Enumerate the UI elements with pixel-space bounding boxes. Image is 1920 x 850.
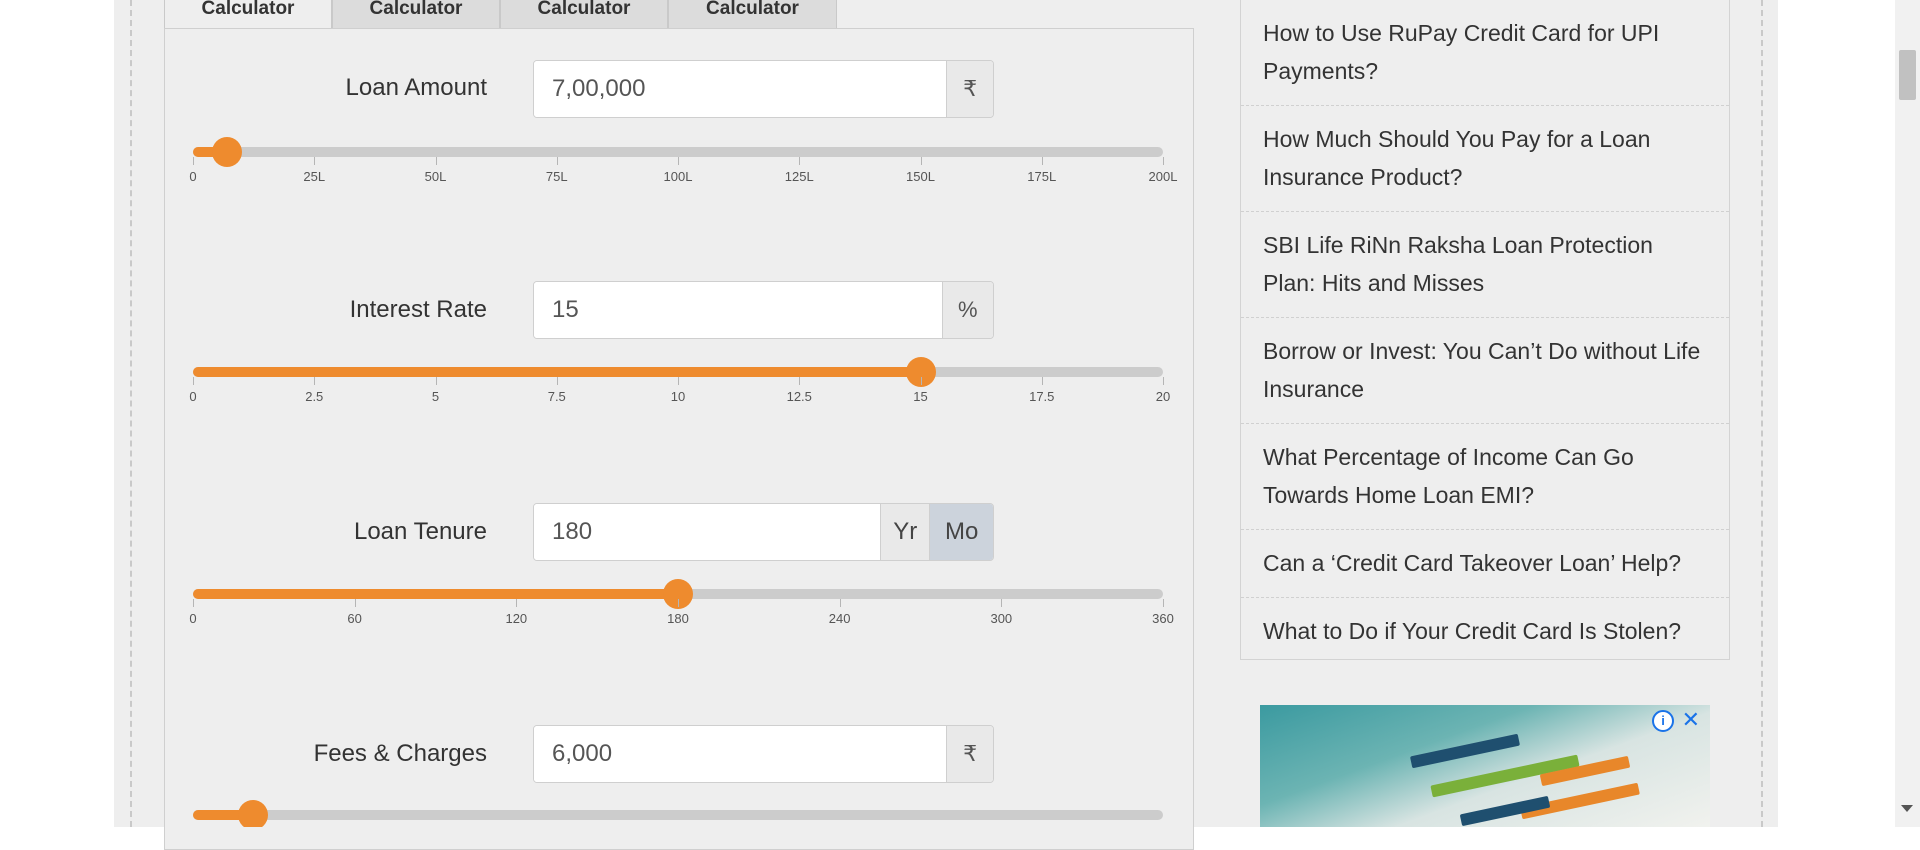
slider-handle[interactable] [211, 137, 242, 167]
interest-rate-input[interactable] [534, 282, 942, 338]
tab-calculator-3[interactable]: Calculator [500, 0, 668, 28]
loan-amount-label: Loan Amount [345, 74, 487, 101]
content-border-left [130, 0, 132, 827]
fees-charges-input[interactable] [534, 726, 947, 782]
slider-tick-label: 175L [1027, 169, 1057, 184]
slider-tick [678, 157, 679, 165]
slider-fill [193, 589, 678, 599]
article-link[interactable]: SBI Life RiNn Raksha Loan Protection Pla… [1241, 212, 1729, 318]
slider-tick [435, 377, 437, 385]
slider-tick-label: 360 [1152, 611, 1174, 626]
tab-calculator-1[interactable]: Calculator [164, 0, 332, 29]
slider-tick-label: 17.5 [1029, 389, 1055, 404]
slider-tick [920, 377, 922, 385]
slider-tick-label: 180 [667, 611, 689, 626]
loan-amount-slider[interactable]: 0 25L 50L 75L 100L 125L 150L 175L 200L [189, 137, 1177, 197]
tab-calculator-4[interactable]: Calculator [668, 0, 837, 28]
slider-fill [193, 367, 921, 377]
slider-tick [799, 157, 801, 165]
slider-tick [193, 157, 194, 165]
slider-tick [1163, 599, 1164, 607]
slider-tick-label: 0 [189, 389, 197, 404]
loan-tenure-label: Loan Tenure [353, 518, 487, 545]
slider-tick [1163, 157, 1164, 165]
slider-track[interactable] [193, 810, 1163, 820]
percent-unit: % [941, 282, 993, 338]
slider-tick-label: 300 [990, 611, 1013, 626]
slider-tick [354, 599, 356, 607]
slider-tick [920, 157, 922, 165]
article-link[interactable]: Can a ‘Credit Card Takeover Loan’ Help? [1241, 530, 1729, 598]
loan-tenure-group: Yr Mo [533, 503, 994, 561]
slider-tick-label: 75L [545, 169, 568, 184]
interest-rate-slider[interactable]: 0 2.5 5 7.5 10 12.5 15 17.5 20 [189, 357, 1170, 417]
slider-tick [1041, 377, 1043, 385]
slider-track[interactable] [193, 147, 1163, 157]
slider-tick [193, 377, 194, 385]
slider-tick-label: 0 [189, 169, 197, 184]
loan-tenure-input[interactable] [534, 504, 880, 560]
slider-tick-label: 50L [424, 169, 447, 184]
article-link[interactable]: What to Do if Your Credit Card Is Stolen… [1241, 598, 1729, 665]
fees-charges-label: Fees & Charges [313, 740, 487, 767]
slider-tick-label: 7.5 [547, 389, 566, 404]
slider-tick-label: 100L [663, 169, 693, 184]
slider-tick [1001, 599, 1003, 607]
advertisement-banner[interactable]: i ✕ [1260, 705, 1710, 827]
slider-tick [556, 157, 558, 165]
close-icon[interactable]: ✕ [1682, 707, 1700, 733]
rupee-unit: ₹ [946, 726, 993, 782]
slider-tick-label: 12.5 [786, 389, 812, 404]
slider-tick [314, 157, 316, 165]
slider-tick-label: 2.5 [305, 389, 324, 404]
article-link[interactable]: Borrow or Invest: You Can’t Do without L… [1241, 318, 1729, 424]
scrollbar-thumb[interactable] [1899, 50, 1916, 100]
interest-rate-label: Interest Rate [349, 296, 487, 323]
calculator-tabs: Calculator Calculator Calculator Calcula… [164, 0, 837, 29]
tenure-months-toggle[interactable]: Mo [929, 504, 993, 560]
slider-tick [193, 599, 194, 607]
tenure-years-toggle[interactable]: Yr [880, 504, 930, 560]
slider-tick-label: 5 [431, 389, 440, 404]
slider-tick [1163, 377, 1164, 385]
slider-tick [1041, 157, 1043, 165]
slider-tick-label: 0 [189, 611, 197, 626]
slider-tick-label: 15 [913, 389, 928, 404]
article-link[interactable]: How Much Should You Pay for a Loan Insur… [1241, 106, 1729, 212]
fees-charges-slider[interactable] [193, 800, 1163, 827]
slider-tick [839, 599, 841, 607]
slider-tick [314, 377, 316, 385]
content-border-right [1761, 0, 1763, 827]
slider-tick-label: 200L [1148, 169, 1178, 184]
slider-tick-label: 150L [906, 169, 935, 184]
slider-tick-label: 60 [347, 611, 362, 626]
slider-tick-label: 25L [303, 169, 326, 184]
slider-tick [435, 157, 437, 165]
article-link[interactable]: What Percentage of Income Can Go Towards… [1241, 424, 1729, 530]
slider-handle[interactable] [238, 800, 269, 827]
slider-tick-label: 240 [828, 611, 851, 626]
scroll-down-arrow-icon[interactable] [1901, 805, 1913, 812]
ad-graphic-bar [1409, 733, 1521, 769]
interest-rate-group: % [533, 281, 994, 339]
slider-tick [678, 377, 679, 385]
slider-tick-label: 10 [670, 389, 686, 404]
slider-tick [516, 599, 518, 607]
rupee-unit: ₹ [946, 61, 993, 117]
loan-amount-group: ₹ [533, 60, 994, 118]
article-link[interactable]: How to Use RuPay Credit Card for UPI Pay… [1241, 0, 1729, 106]
slider-tick [678, 599, 679, 607]
info-icon[interactable]: i [1652, 710, 1674, 732]
slider-tick-label: 20 [1155, 389, 1171, 404]
slider-tick-label: 120 [505, 611, 528, 626]
related-articles-list: How to Use RuPay Credit Card for UPI Pay… [1240, 0, 1730, 660]
tab-calculator-2[interactable]: Calculator [332, 0, 500, 28]
slider-tick-label: 125L [784, 169, 814, 184]
fees-charges-group: ₹ [533, 725, 994, 783]
slider-tick [799, 377, 801, 385]
loan-amount-input[interactable] [534, 61, 947, 117]
slider-tick [556, 377, 558, 385]
page-scrollbar[interactable] [1895, 0, 1920, 827]
loan-tenure-slider[interactable]: 0 60 120 180 240 300 360 [189, 579, 1174, 639]
